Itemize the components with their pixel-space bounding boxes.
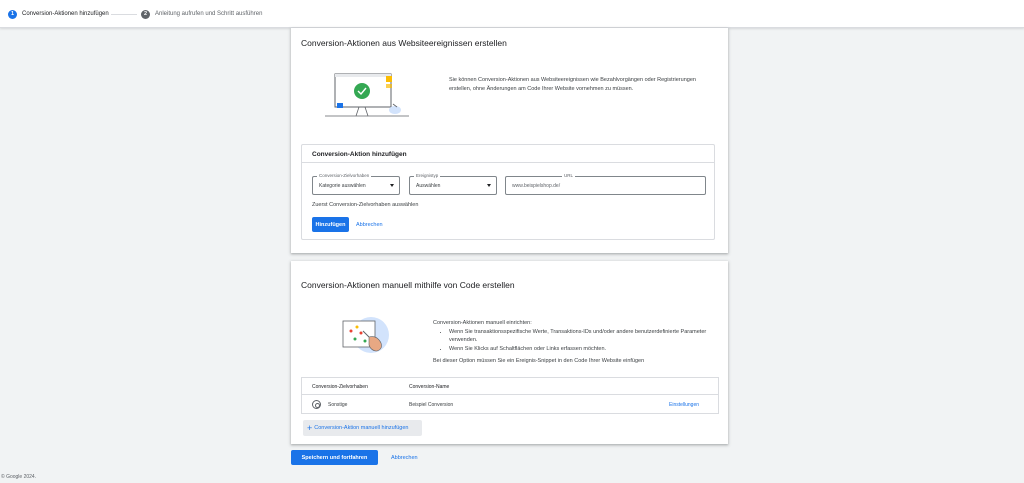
column-header-goal: Conversion-Zielvorhaben	[312, 384, 368, 390]
conversion-goal-select[interactable]: Conversion-Zielvorhaben Kategorie auswäh…	[312, 173, 400, 195]
conversion-goal-label: Conversion-Zielvorhaben	[317, 173, 372, 179]
manual-code-title: Conversion-Aktionen manuell mithilfe von…	[301, 280, 515, 290]
stepper-header: 1 Conversion-Aktionen hinzufügen 2 Anlei…	[0, 0, 1024, 28]
manual-note: Bei dieser Option müssen Sie ein Ereigni…	[433, 358, 645, 364]
cancel-add-link[interactable]: Abbrechen	[356, 222, 383, 228]
footer-copyright: © Google 2024.	[1, 474, 37, 480]
monitor-illustration	[325, 73, 409, 117]
manual-code-card: Conversion-Aktionen manuell mithilfe von…	[291, 261, 728, 444]
url-label: URL	[562, 173, 576, 179]
web-events-description: Sie können Conversion-Aktionen aus Websi…	[449, 77, 696, 92]
add-manual-conversion-button[interactable]: + Conversion-Aktion manuell hinzufügen	[303, 420, 422, 436]
url-placeholder: www.beispielshop.de/	[512, 183, 561, 189]
cancel-link[interactable]: Abbrechen	[391, 455, 418, 461]
step-1[interactable]: 1 Conversion-Aktionen hinzufügen	[8, 8, 109, 20]
step-connector	[111, 14, 137, 15]
event-type-label: Ereignistyp	[414, 173, 441, 179]
manual-bullet: Wenn Sie Klicks auf Schaltflächen oder L…	[449, 345, 713, 354]
step-label-2: Anleitung aufrufen und Schritt ausführen	[155, 11, 263, 17]
target-icon	[312, 400, 321, 409]
table-row: Sonstige Beispiel Conversion Einstellung…	[302, 395, 718, 414]
event-type-select[interactable]: Ereignistyp Auswählen	[409, 173, 497, 195]
add-conversion-title: Conversion-Aktion hinzufügen	[302, 145, 714, 163]
step-label-1: Conversion-Aktionen hinzufügen	[22, 11, 109, 17]
manual-description: Conversion-Aktionen manuell einrichten: …	[433, 319, 713, 366]
url-input[interactable]: URL www.beispielshop.de/	[505, 173, 706, 195]
web-events-title: Conversion-Aktionen aus Websiteereigniss…	[301, 38, 507, 48]
add-conversion-box: Conversion-Aktion hinzufügen Conversion-…	[301, 144, 715, 240]
row-conversion-name: Beispiel Conversion	[409, 402, 454, 408]
step-2[interactable]: 2 Anleitung aufrufen und Schritt ausführ…	[141, 8, 262, 20]
web-events-card: Conversion-Aktionen aus Websiteereigniss…	[291, 28, 728, 253]
conversion-table: Conversion-Zielvorhaben Conversion-Name …	[301, 377, 719, 414]
add-manual-label: Conversion-Aktion manuell hinzufügen	[314, 425, 409, 431]
row-settings-link[interactable]: Einstellungen	[669, 402, 699, 408]
save-continue-button[interactable]: Speichern und fortfahren	[291, 450, 378, 465]
table-header: Conversion-Zielvorhaben Conversion-Name	[302, 378, 718, 395]
column-header-name: Conversion-Name	[409, 384, 450, 390]
goal-hint: Zuerst Conversion-Zielvorhaben auswählen	[312, 202, 419, 208]
manual-intro: Conversion-Aktionen manuell einrichten:	[433, 320, 532, 326]
plus-icon: +	[307, 422, 313, 433]
dropdown-arrow-icon	[487, 184, 491, 187]
conversion-goal-value: Kategorie auswählen	[319, 183, 366, 189]
manual-bullet: Wenn Sie transaktionsspezifische Werte, …	[449, 328, 713, 345]
row-category: Sonstige	[328, 402, 348, 408]
event-type-value: Auswählen	[416, 183, 441, 189]
step-number-2: 2	[141, 9, 150, 19]
add-button[interactable]: Hinzufügen	[312, 217, 349, 232]
code-illustration	[342, 317, 389, 353]
manual-bullets: Wenn Sie transaktionsspezifische Werte, …	[433, 328, 713, 354]
step-number-1: 1	[8, 9, 17, 19]
dropdown-arrow-icon	[390, 184, 394, 187]
